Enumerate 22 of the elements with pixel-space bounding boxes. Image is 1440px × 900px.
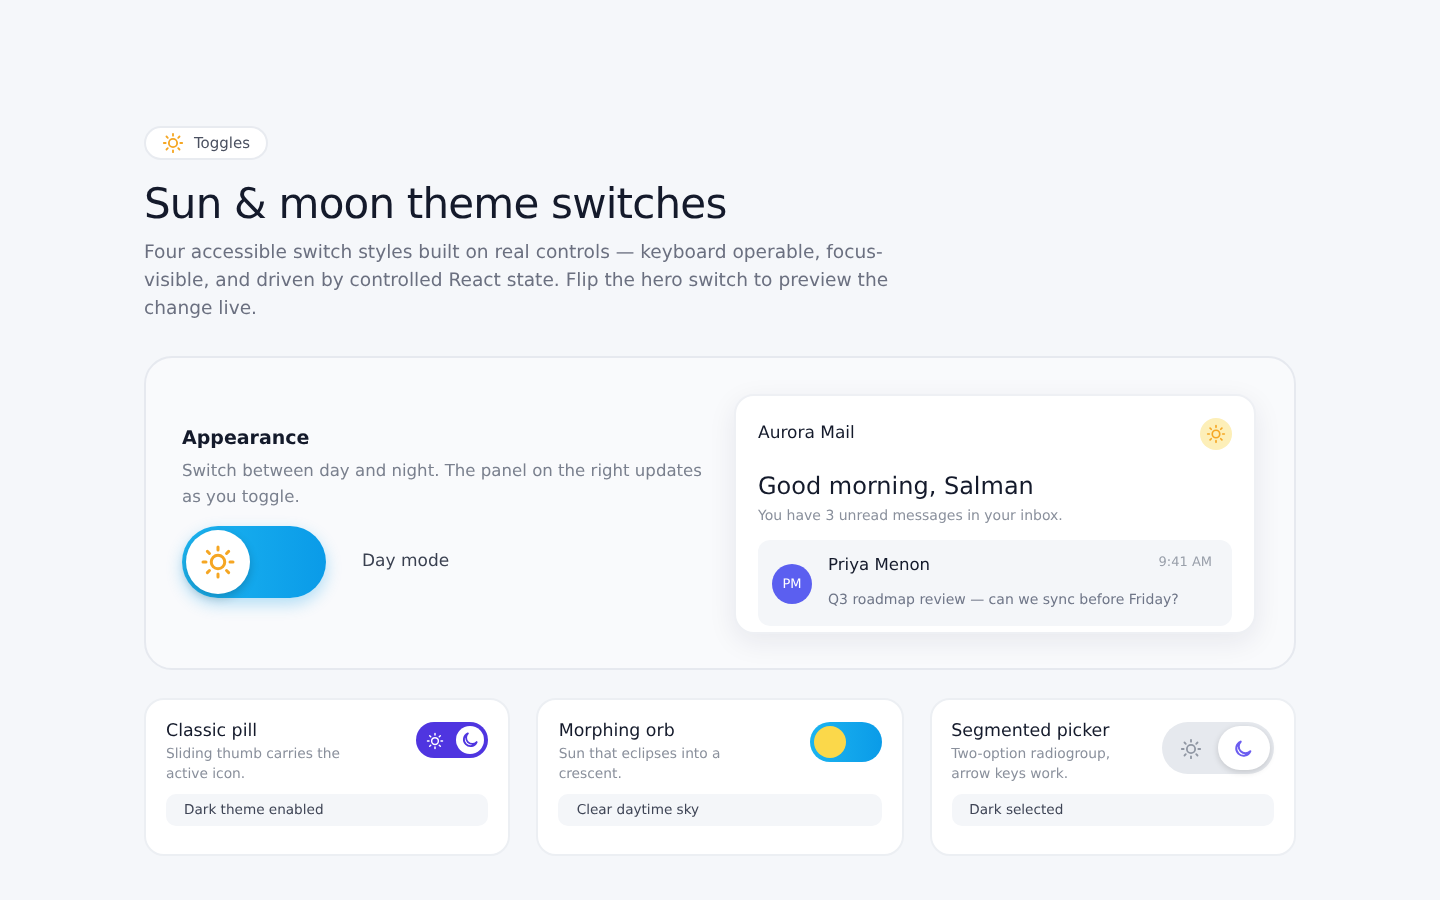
page-description: Four accessible switch styles built on real controls — keyboard operable, focus-visible, and driven by controlled React state. Flip the hero switch to preview the change live. (144, 240, 891, 324)
moon-icon (1232, 737, 1255, 759)
theme-switch[interactable] (182, 526, 326, 598)
sun-icon (162, 132, 184, 154)
moon-icon (460, 730, 481, 750)
sun-icon (1206, 424, 1226, 444)
greeting: Good morning, Salman (758, 472, 1036, 500)
dark-option[interactable] (1217, 726, 1270, 770)
sun-icon (1180, 737, 1203, 759)
card-title: Morphing orb (558, 722, 677, 742)
mode-label: Day mode (362, 552, 450, 572)
card-title: Segmented picker (951, 722, 1112, 742)
sun-icon (426, 731, 445, 749)
section-heading: Appearance (182, 428, 312, 450)
pill-switch[interactable] (416, 722, 489, 758)
app-name: Aurora Mail (758, 424, 855, 444)
section-description: Switch between day and night. The panel on the right updates as you toggle. (182, 458, 704, 510)
page-title: Sun & moon theme switches (144, 180, 729, 228)
sun-icon (200, 544, 236, 580)
orb-switch[interactable] (809, 722, 882, 762)
card-title: Classic pill (166, 722, 260, 742)
sender-name: Priya Menon (828, 554, 931, 574)
